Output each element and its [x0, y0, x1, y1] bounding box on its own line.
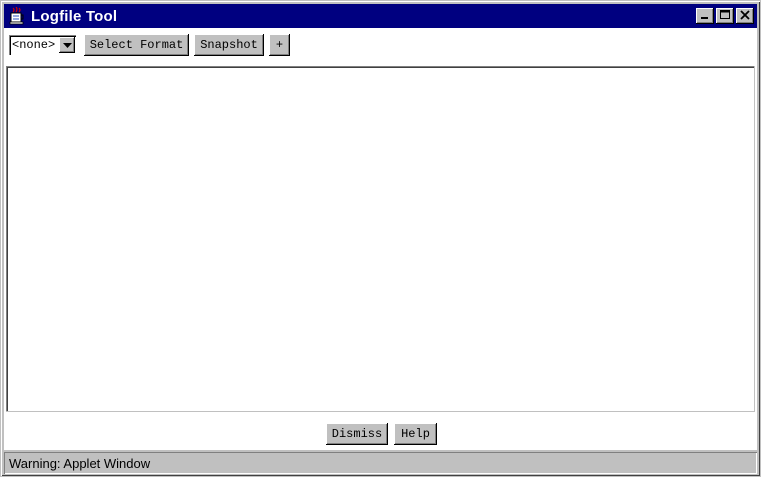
applet-window: Logfile Tool <none> Select Format Snapsh… [0, 0, 761, 477]
help-button[interactable]: Help [394, 423, 437, 445]
toolbar: <none> Select Format Snapshot + [4, 28, 757, 66]
minimize-icon [700, 7, 710, 25]
select-format-button[interactable]: Select Format [84, 34, 189, 56]
close-icon [740, 7, 750, 25]
dismiss-button[interactable]: Dismiss [326, 423, 388, 445]
window-title: Logfile Tool [31, 7, 118, 25]
add-button[interactable]: + [269, 34, 290, 56]
title-bar[interactable]: Logfile Tool [4, 4, 757, 28]
minimize-button[interactable] [696, 8, 714, 24]
close-button[interactable] [736, 8, 754, 24]
log-output-area[interactable] [6, 66, 755, 412]
chevron-down-icon [62, 36, 72, 54]
format-select[interactable]: <none> [9, 35, 77, 56]
format-select-value: <none> [12, 38, 56, 52]
status-bar: Warning: Applet Window [4, 452, 757, 474]
java-cup-icon[interactable] [8, 6, 26, 25]
snapshot-button[interactable]: Snapshot [194, 34, 264, 56]
applet-warning-text: Warning: Applet Window [9, 456, 151, 471]
tool-panel: <none> Select Format Snapshot + Dismiss … [4, 28, 757, 450]
maximize-icon [720, 7, 730, 25]
maximize-button[interactable] [716, 8, 734, 24]
format-select-dropdown-button[interactable] [59, 37, 75, 53]
